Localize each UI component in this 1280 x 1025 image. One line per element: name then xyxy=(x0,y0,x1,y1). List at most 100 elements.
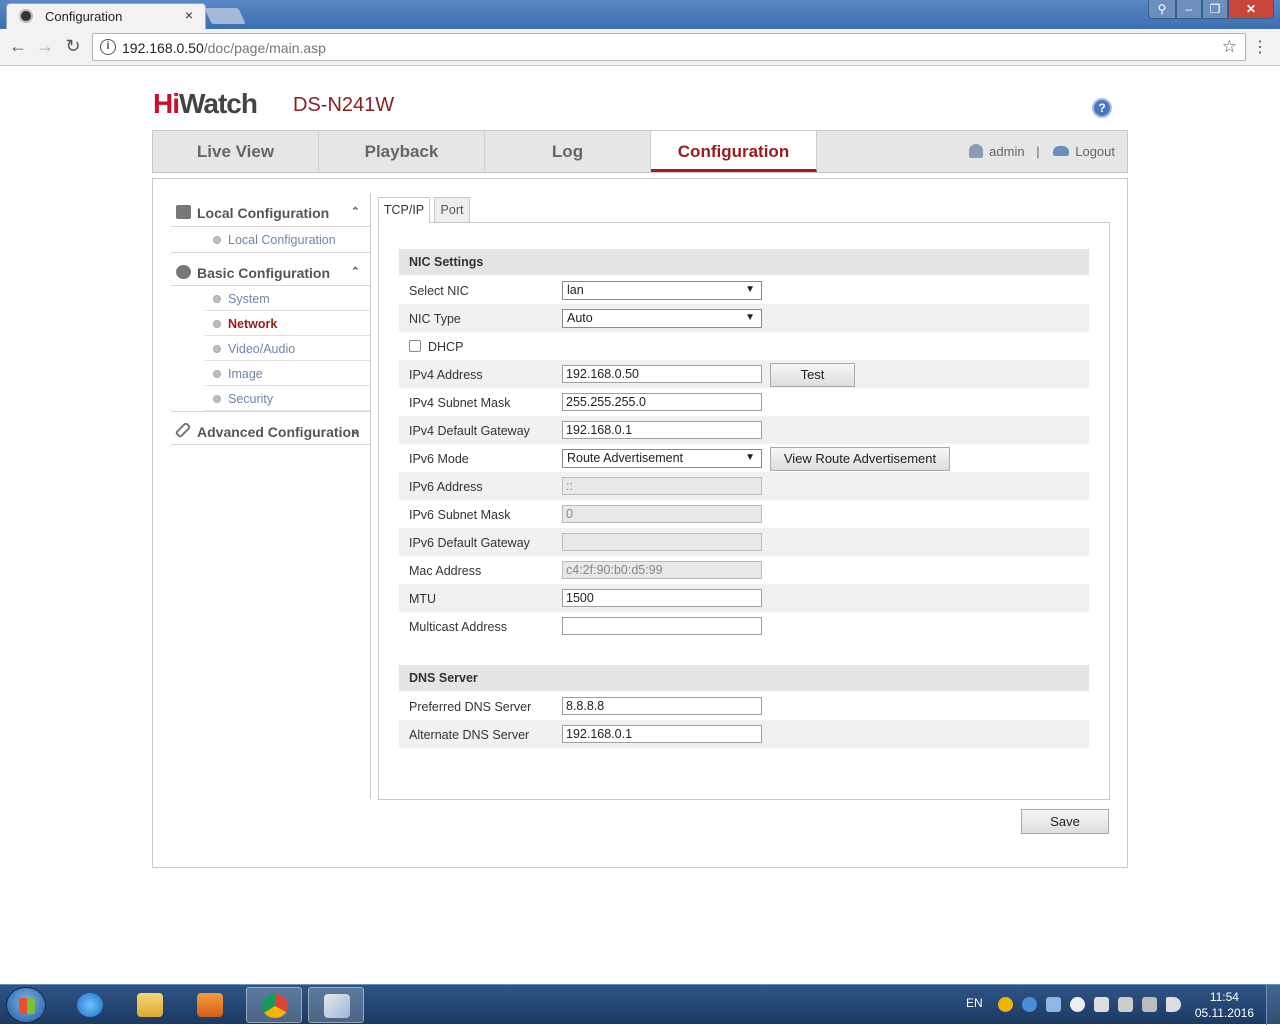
user-separator: | xyxy=(1036,144,1040,159)
show-desktop-button[interactable] xyxy=(1266,985,1280,1025)
mac-address-row: Mac Address c4:2f:90:b0:d5:99 xyxy=(399,556,1089,584)
taskbar-explorer[interactable] xyxy=(122,987,178,1023)
chevron-up-icon[interactable]: ⌃ xyxy=(351,205,360,218)
ipv6-address-row: IPv6 Address :: xyxy=(399,472,1089,500)
sidebar-section-advanced[interactable]: Advanced Configuration ⌄ xyxy=(171,411,370,445)
sidebar-item-network[interactable]: Network xyxy=(205,311,370,336)
tab-close-icon[interactable]: × xyxy=(185,7,193,23)
dhcp-row: DHCP xyxy=(399,332,1089,360)
tab-log[interactable]: Log xyxy=(485,131,651,172)
forward-arrow-icon[interactable]: → xyxy=(34,36,56,57)
internet-explorer-icon xyxy=(77,993,103,1017)
chevron-down-icon[interactable]: ⌄ xyxy=(351,424,360,437)
dropdown-arrow-icon: ▼ xyxy=(745,312,755,323)
bullet-icon xyxy=(213,236,221,244)
tray-tools-icon[interactable] xyxy=(1118,997,1133,1012)
reload-icon[interactable]: ↻ xyxy=(62,36,84,57)
tab-live-view[interactable]: Live View xyxy=(153,131,319,172)
taskbar-paint[interactable] xyxy=(308,987,364,1023)
clock-date: 05.11.2016 xyxy=(1194,1006,1254,1020)
tab-port[interactable]: Port xyxy=(434,197,470,223)
browser-toolbar: ← → ↻ i 192.168.0.50/doc/page/main.asp ☆… xyxy=(0,29,1280,66)
tray-eye-icon[interactable] xyxy=(1070,997,1085,1012)
sidebar-section-basic[interactable]: Basic Configuration ⌃ xyxy=(171,252,370,286)
save-button[interactable]: Save xyxy=(1021,809,1109,834)
alternate-dns-row: Alternate DNS Server 192.168.0.1 xyxy=(399,720,1089,748)
clock[interactable]: 11:54 05.11.2016 xyxy=(1195,989,1254,1021)
taskbar-chrome[interactable] xyxy=(246,987,302,1023)
sidebar-section-local[interactable]: Local Configuration ⌃ xyxy=(171,193,370,227)
ipv4-mask-input[interactable]: 255.255.255.0 xyxy=(562,393,762,411)
nic-type-row: NIC Type Auto ▼ xyxy=(399,304,1089,332)
bullet-icon xyxy=(213,395,221,403)
ipv6-mode-dropdown[interactable]: Route Advertisement ▼ xyxy=(562,449,762,468)
address-bar[interactable]: i 192.168.0.50/doc/page/main.asp ☆ xyxy=(92,33,1246,61)
tab-playback[interactable]: Playback xyxy=(319,131,485,172)
nic-type-dropdown[interactable]: Auto ▼ xyxy=(562,309,762,328)
test-button[interactable]: Test xyxy=(770,363,855,387)
tab-tcp-ip[interactable]: TCP/IP xyxy=(378,197,430,223)
ipv4-gateway-input[interactable]: 192.168.0.1 xyxy=(562,421,762,439)
sidebar-item-video-audio[interactable]: Video/Audio xyxy=(205,336,370,361)
info-icon[interactable]: i xyxy=(100,39,116,55)
close-window-button[interactable]: ✕ xyxy=(1228,0,1274,19)
browser-menu-icon[interactable]: ⋮ xyxy=(1252,37,1268,57)
multicast-row: Multicast Address xyxy=(399,612,1089,640)
language-indicator[interactable]: EN xyxy=(966,996,983,1010)
tab-configuration[interactable]: Configuration xyxy=(651,131,817,172)
preferred-dns-input[interactable]: 8.8.8.8 xyxy=(562,697,762,715)
browser-tab[interactable]: Configuration × xyxy=(6,3,206,29)
sidebar-item-local-configuration[interactable]: Local Configuration xyxy=(205,227,370,252)
profile-icon[interactable]: ⚲ xyxy=(1148,0,1176,19)
content-area: Local Configuration ⌃ Local Configuratio… xyxy=(152,178,1128,868)
username: admin xyxy=(989,144,1025,159)
tcpip-panel: NIC Settings Select NIC lan ▼ NIC Type Au… xyxy=(378,222,1110,800)
local-config-icon xyxy=(176,205,191,219)
ipv6-gateway-row: IPv6 Default Gateway xyxy=(399,528,1089,556)
windows-taskbar: EN 11:54 05.11.2016 xyxy=(0,984,1280,1025)
ipv6-gateway-input xyxy=(562,533,762,551)
network-connection-icon[interactable] xyxy=(1142,997,1157,1012)
dns-server-heading: DNS Server xyxy=(399,665,1089,691)
logout-icon[interactable] xyxy=(1053,146,1070,156)
bullet-icon xyxy=(213,295,221,303)
mtu-row: MTU 1500 xyxy=(399,584,1089,612)
ipv4-gateway-row: IPv4 Default Gateway 192.168.0.1 xyxy=(399,416,1089,444)
multicast-input[interactable] xyxy=(562,617,762,635)
mac-address-input: c4:2f:90:b0:d5:99 xyxy=(562,561,762,579)
back-arrow-icon[interactable]: ← xyxy=(7,36,29,57)
minimize-button[interactable]: – xyxy=(1176,0,1202,19)
ipv6-mask-input: 0 xyxy=(562,505,762,523)
mtu-input[interactable]: 1500 xyxy=(562,589,762,607)
tray-network-icon[interactable] xyxy=(1046,997,1061,1012)
taskbar-ie[interactable] xyxy=(62,987,118,1023)
bullet-icon xyxy=(213,345,221,353)
maximize-button[interactable]: ❐ xyxy=(1202,0,1228,19)
sidebar-item-security[interactable]: Security xyxy=(205,386,370,411)
tray-app-icon[interactable] xyxy=(998,997,1013,1012)
bullet-icon xyxy=(213,370,221,378)
help-icon[interactable]: ? xyxy=(1092,98,1112,118)
ipv4-address-input[interactable]: 192.168.0.50 xyxy=(562,365,762,383)
start-button[interactable] xyxy=(6,987,46,1023)
volume-icon[interactable] xyxy=(1166,997,1181,1012)
select-nic-dropdown[interactable]: lan ▼ xyxy=(562,281,762,300)
logout-link[interactable]: Logout xyxy=(1075,144,1115,159)
bookmark-star-icon[interactable]: ☆ xyxy=(1222,37,1237,57)
user-icon xyxy=(969,144,984,158)
view-route-advertisement-button[interactable]: View Route Advertisement xyxy=(770,447,950,471)
ipv6-address-input: :: xyxy=(562,477,762,495)
new-tab-button[interactable] xyxy=(204,8,246,24)
favicon-icon xyxy=(19,9,33,23)
sidebar-item-image[interactable]: Image xyxy=(205,361,370,386)
alternate-dns-input[interactable]: 192.168.0.1 xyxy=(562,725,762,743)
sidebar-item-system[interactable]: System xyxy=(205,286,370,311)
tray-update-icon[interactable] xyxy=(1022,997,1037,1012)
action-center-flag-icon[interactable] xyxy=(1094,997,1109,1012)
taskbar-media[interactable] xyxy=(182,987,238,1023)
ipv4-address-row: IPv4 Address 192.168.0.50 Test xyxy=(399,360,1089,388)
ipv4-mask-row: IPv4 Subnet Mask 255.255.255.0 xyxy=(399,388,1089,416)
chevron-up-icon[interactable]: ⌃ xyxy=(351,265,360,278)
dhcp-checkbox[interactable] xyxy=(409,340,421,352)
windows-logo-icon xyxy=(19,998,35,1014)
